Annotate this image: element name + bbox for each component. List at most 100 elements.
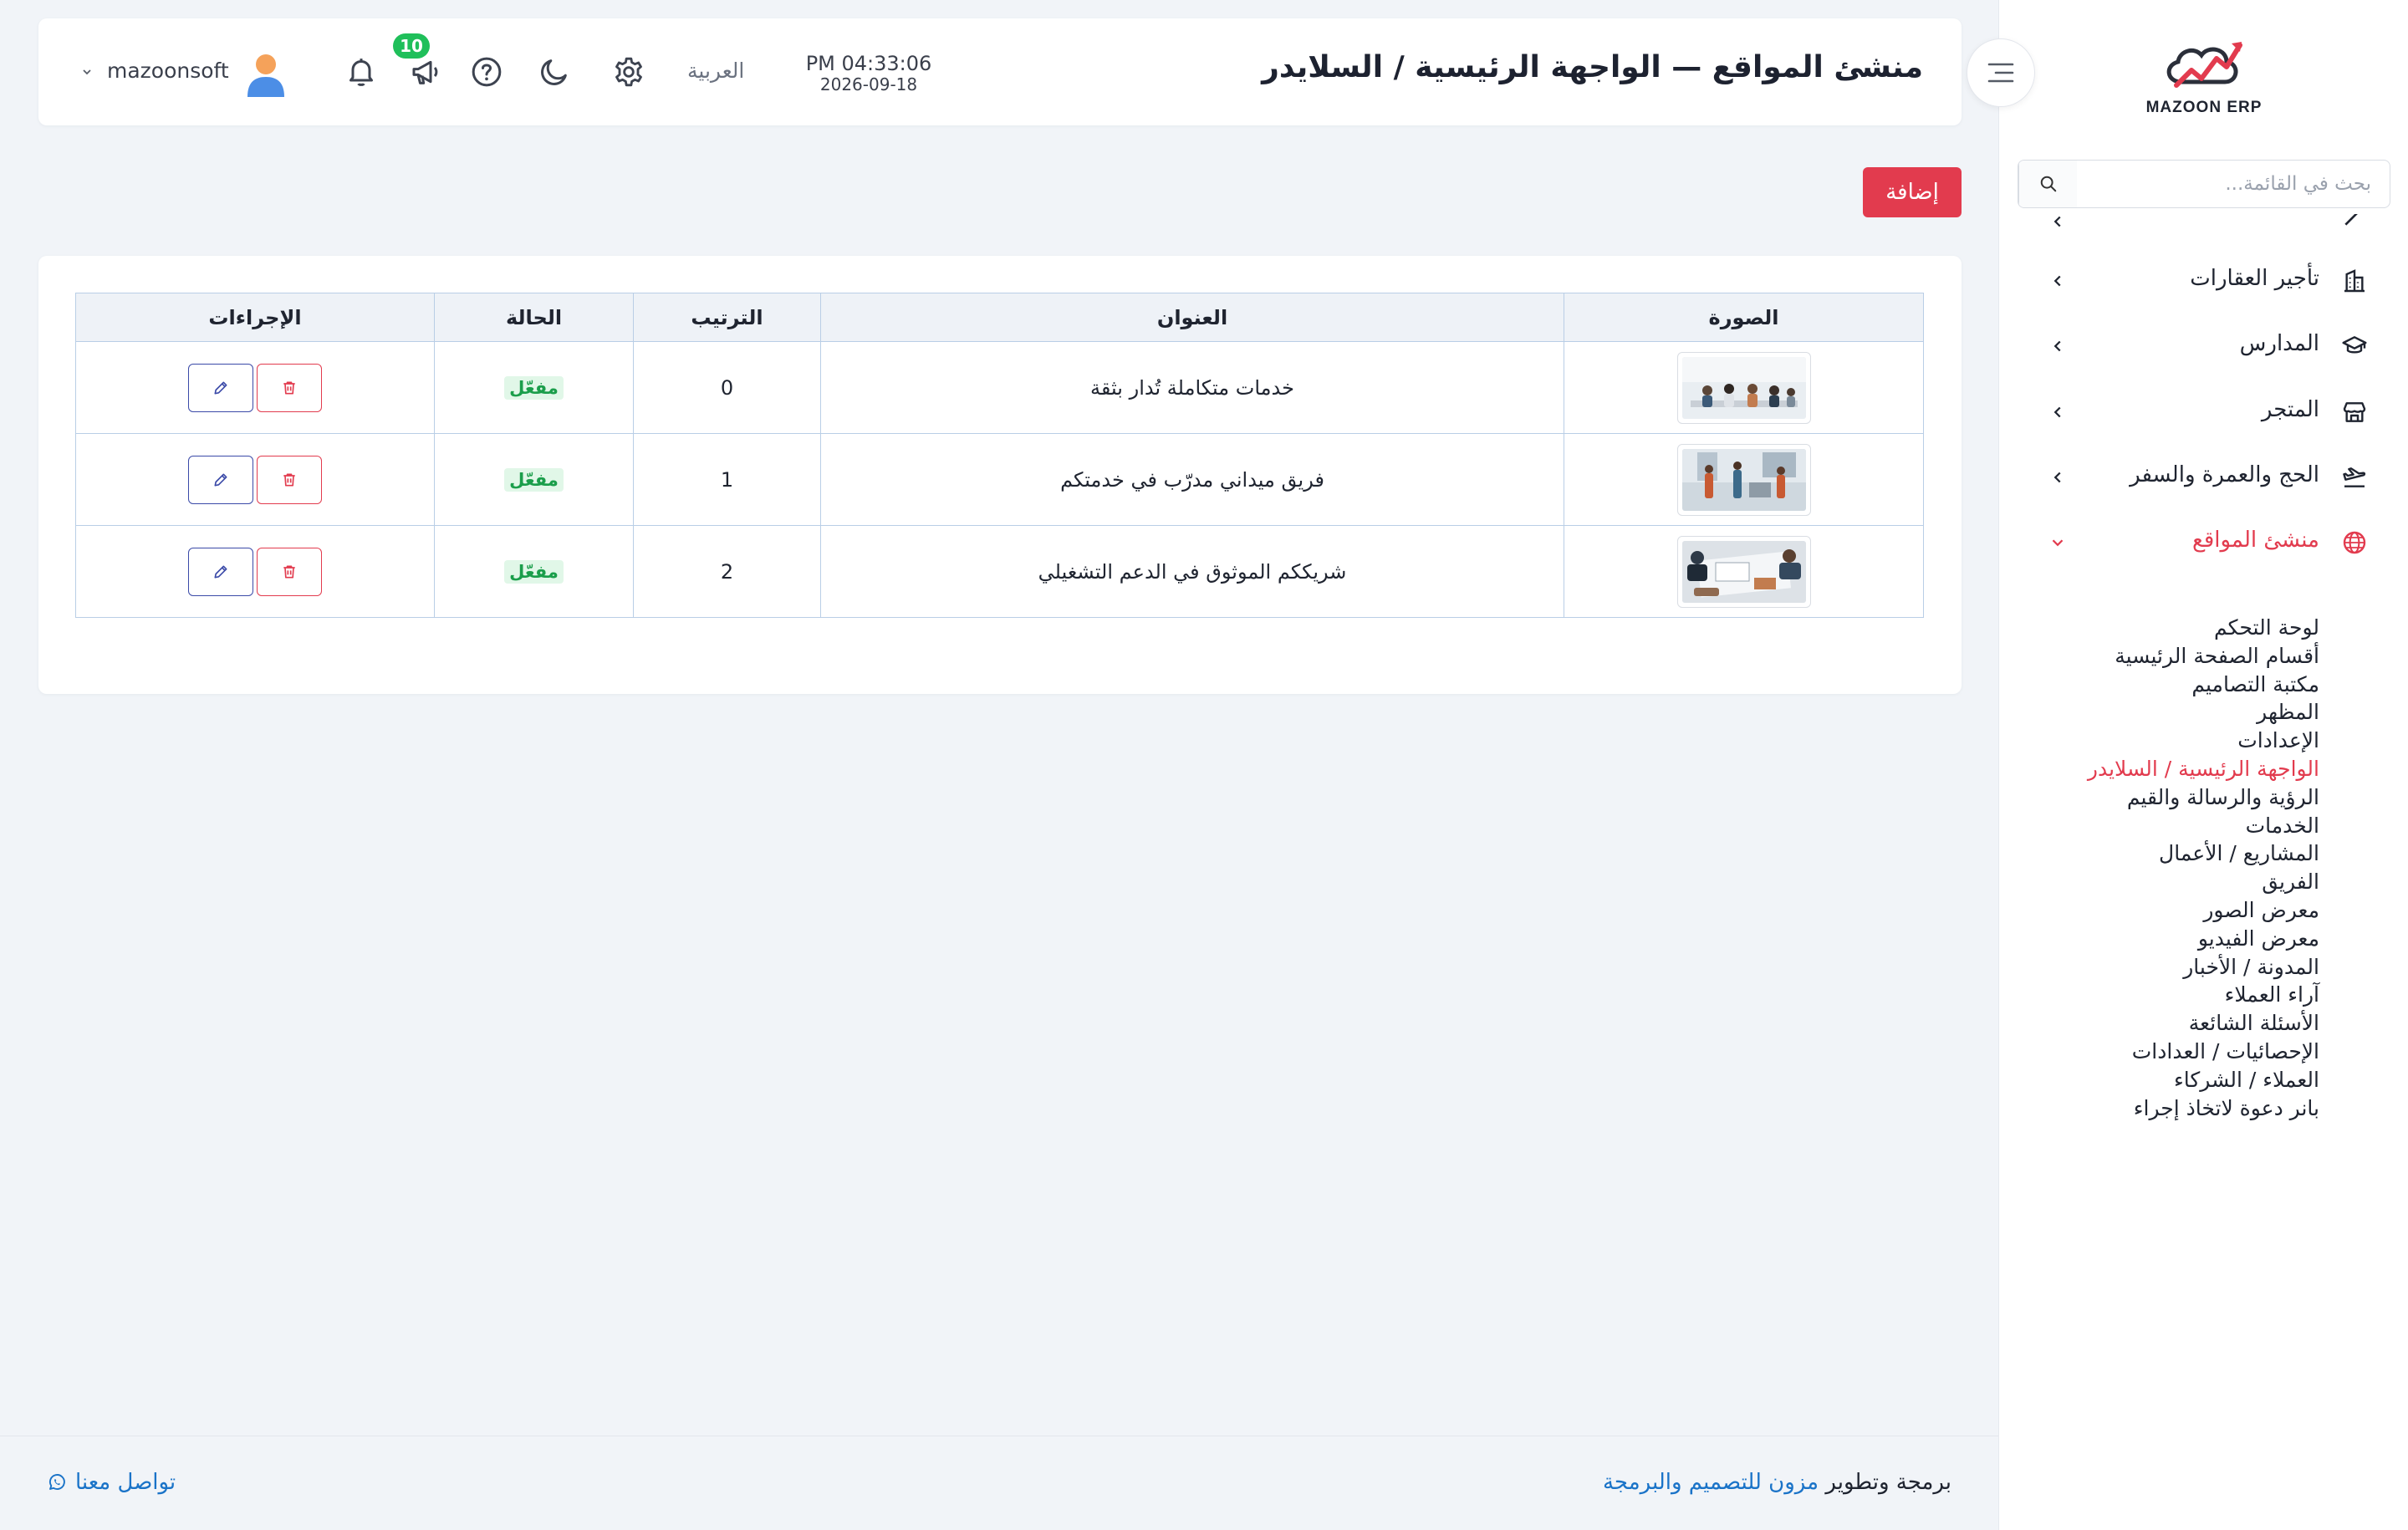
sidebar-item-partial[interactable] — [1999, 214, 2408, 234]
slide-thumbnail[interactable] — [1676, 443, 1811, 516]
sidebar-subitem[interactable]: المشاريع / الأعمال — [2159, 841, 2319, 865]
sidebar-search — [2018, 160, 2390, 208]
field-team-photo-icon — [1681, 448, 1806, 511]
delete-button[interactable] — [257, 363, 322, 412]
add-button[interactable]: إضافة — [1863, 167, 1962, 217]
sidebar-item-label: منشئ المواقع — [2191, 528, 2319, 553]
logo-mark-icon — [2166, 42, 2242, 88]
sidebar-subitem[interactable]: المدونة / الأخبار — [2183, 955, 2319, 979]
building-icon — [2344, 269, 2365, 293]
status-badge: مفعّل — [504, 560, 564, 584]
title-cell: شريككم الموثوق في الدعم التشغيلي — [820, 525, 1564, 618]
sidebar-item-real-estate[interactable]: تأجير العقارات — [1999, 251, 2408, 309]
image-cell — [1564, 341, 1924, 434]
whatsapp-icon — [48, 1474, 65, 1490]
page-title: منشئ المواقع — الواجهة الرئيسية / السلاي… — [1262, 50, 1923, 84]
sidebar-subitem[interactable]: الخدمات — [2246, 813, 2319, 838]
delete-button[interactable] — [257, 547, 322, 596]
chevron-left-icon — [2053, 216, 2061, 227]
sidebar-item-site-builder[interactable]: منشئ المواقع — [1999, 513, 2408, 571]
username[interactable]: mazoonsoft — [107, 59, 229, 83]
sidebar-toggle-button[interactable] — [1967, 38, 2035, 107]
credit-prefix: برمجة وتطوير — [1825, 1470, 1951, 1495]
megaphone-icon[interactable] — [410, 55, 443, 89]
column-header-order: الترتيب — [633, 293, 821, 342]
sidebar-subitem[interactable]: مكتبة التصاميم — [2191, 672, 2319, 696]
notification-badge: 10 — [393, 33, 430, 59]
column-header-image: الصورة — [1564, 293, 1924, 342]
status-cell: مفعّل — [434, 525, 634, 618]
trash-icon — [283, 565, 295, 578]
chevron-left-icon — [2053, 406, 2061, 418]
brand-logo[interactable]: MAZOON ERP — [1999, 33, 2408, 117]
avatar[interactable] — [245, 52, 287, 97]
sidebar-item-store[interactable]: المتجر — [1999, 382, 2408, 441]
meeting-photo-icon — [1681, 356, 1806, 419]
table-header-row: الصورة العنوان الترتيب الحالة الإجراءات — [75, 293, 1924, 342]
chevron-left-icon — [2053, 275, 2061, 287]
gear-icon[interactable] — [612, 55, 645, 89]
clock-time: PM 04:33:06 — [805, 52, 932, 75]
store-icon — [2343, 402, 2366, 422]
slide-thumbnail[interactable] — [1676, 351, 1811, 424]
sidebar-subitem[interactable]: الإعدادات — [2237, 728, 2319, 752]
order-cell: 0 — [633, 341, 821, 434]
desk-work-photo-icon — [1681, 540, 1806, 603]
sidebar-item-label: المدارس — [2239, 331, 2319, 356]
edit-button[interactable] — [188, 455, 253, 504]
sidebar-subitem[interactable]: الإحصائيات / العدادات — [2132, 1039, 2319, 1063]
sidebar-item-schools[interactable]: المدارس — [1999, 316, 2408, 375]
sidebar-subitem[interactable]: معرض الصور — [2203, 898, 2319, 922]
sidebar-subitem[interactable]: الواجهة الرئيسية / السلايدر — [2088, 757, 2319, 781]
sidebar-item-hajj-travel[interactable]: الحج والعمرة والسفر — [1999, 447, 2408, 506]
pencil-icon — [214, 473, 227, 486]
table-row: فريق ميداني مدرّب في خدمتكم 1 مفعّل — [75, 433, 1924, 526]
sidebar-subitem[interactable]: بانر دعوة لاتخاذ إجراء — [2134, 1096, 2319, 1120]
title-cell: خدمات متكاملة تُدار بثقة — [820, 341, 1564, 434]
table-row: خدمات متكاملة تُدار بثقة 0 مفعّل — [75, 341, 1924, 434]
column-header-status: الحالة — [434, 293, 634, 342]
language-switcher[interactable]: العربية — [687, 59, 744, 83]
sidebar-subitem[interactable]: آراء العملاء — [2225, 982, 2319, 1007]
delete-button[interactable] — [257, 455, 322, 504]
actions-cell — [75, 433, 435, 526]
actions-cell — [75, 525, 435, 618]
clock-date: 2026-09-18 — [819, 74, 918, 94]
sidebar-subitem[interactable]: المظهر — [2257, 700, 2319, 724]
menu-icon — [1987, 63, 2014, 83]
brand-name: MAZOON ERP — [2145, 99, 2263, 116]
title-cell: فريق ميداني مدرّب في خدمتكم — [820, 433, 1564, 526]
contact-link[interactable]: تواصل معنا — [47, 1470, 176, 1495]
actions-cell — [75, 341, 435, 434]
sidebar-subitem[interactable]: الأسئلة الشائعة — [2189, 1011, 2319, 1035]
sidebar-item-label: الحج والعمرة والسفر — [2130, 462, 2319, 487]
credit-link[interactable]: مزون للتصميم والبرمجة — [1603, 1470, 1819, 1495]
moon-icon[interactable] — [538, 55, 571, 89]
search-icon[interactable] — [2018, 161, 2077, 207]
status-badge: مفعّل — [504, 468, 564, 492]
plane-icon — [2343, 467, 2366, 487]
edit-button[interactable] — [188, 363, 253, 412]
pencil-icon — [214, 565, 227, 578]
sidebar-subitem[interactable]: الرؤية والرسالة والقيم — [2127, 785, 2319, 809]
order-cell: 1 — [633, 433, 821, 526]
chevron-down-icon[interactable] — [80, 65, 94, 79]
contact-label: تواصل معنا — [75, 1470, 176, 1495]
sidebar-subitem[interactable]: أقسام الصفحة الرئيسية — [2115, 644, 2319, 668]
column-header-title: العنوان — [820, 293, 1564, 342]
sidebar-subitem[interactable]: العملاء / الشركاء — [2174, 1068, 2319, 1092]
edit-button[interactable] — [188, 547, 253, 596]
sidebar-nav: تأجير العقارات المدارس المتجر الحج والعم… — [1999, 214, 2408, 1502]
help-icon[interactable] — [470, 55, 503, 89]
bell-icon[interactable] — [344, 55, 378, 89]
table-row: شريككم الموثوق في الدعم التشغيلي 2 مفعّل — [75, 525, 1924, 618]
sidebar-subitem[interactable]: لوحة التحكم — [2214, 615, 2319, 640]
sidebar-item-label: المتجر — [2261, 397, 2319, 422]
slide-thumbnail[interactable] — [1676, 535, 1811, 608]
sidebar-search-input[interactable] — [2077, 161, 2390, 207]
sidebar-subitem[interactable]: معرض الفيديو — [2198, 926, 2319, 951]
sidebar-subitem[interactable]: الفريق — [2262, 870, 2319, 894]
trash-icon — [283, 473, 295, 486]
status-badge: مفعّل — [504, 376, 564, 400]
globe-icon — [2343, 531, 2366, 554]
